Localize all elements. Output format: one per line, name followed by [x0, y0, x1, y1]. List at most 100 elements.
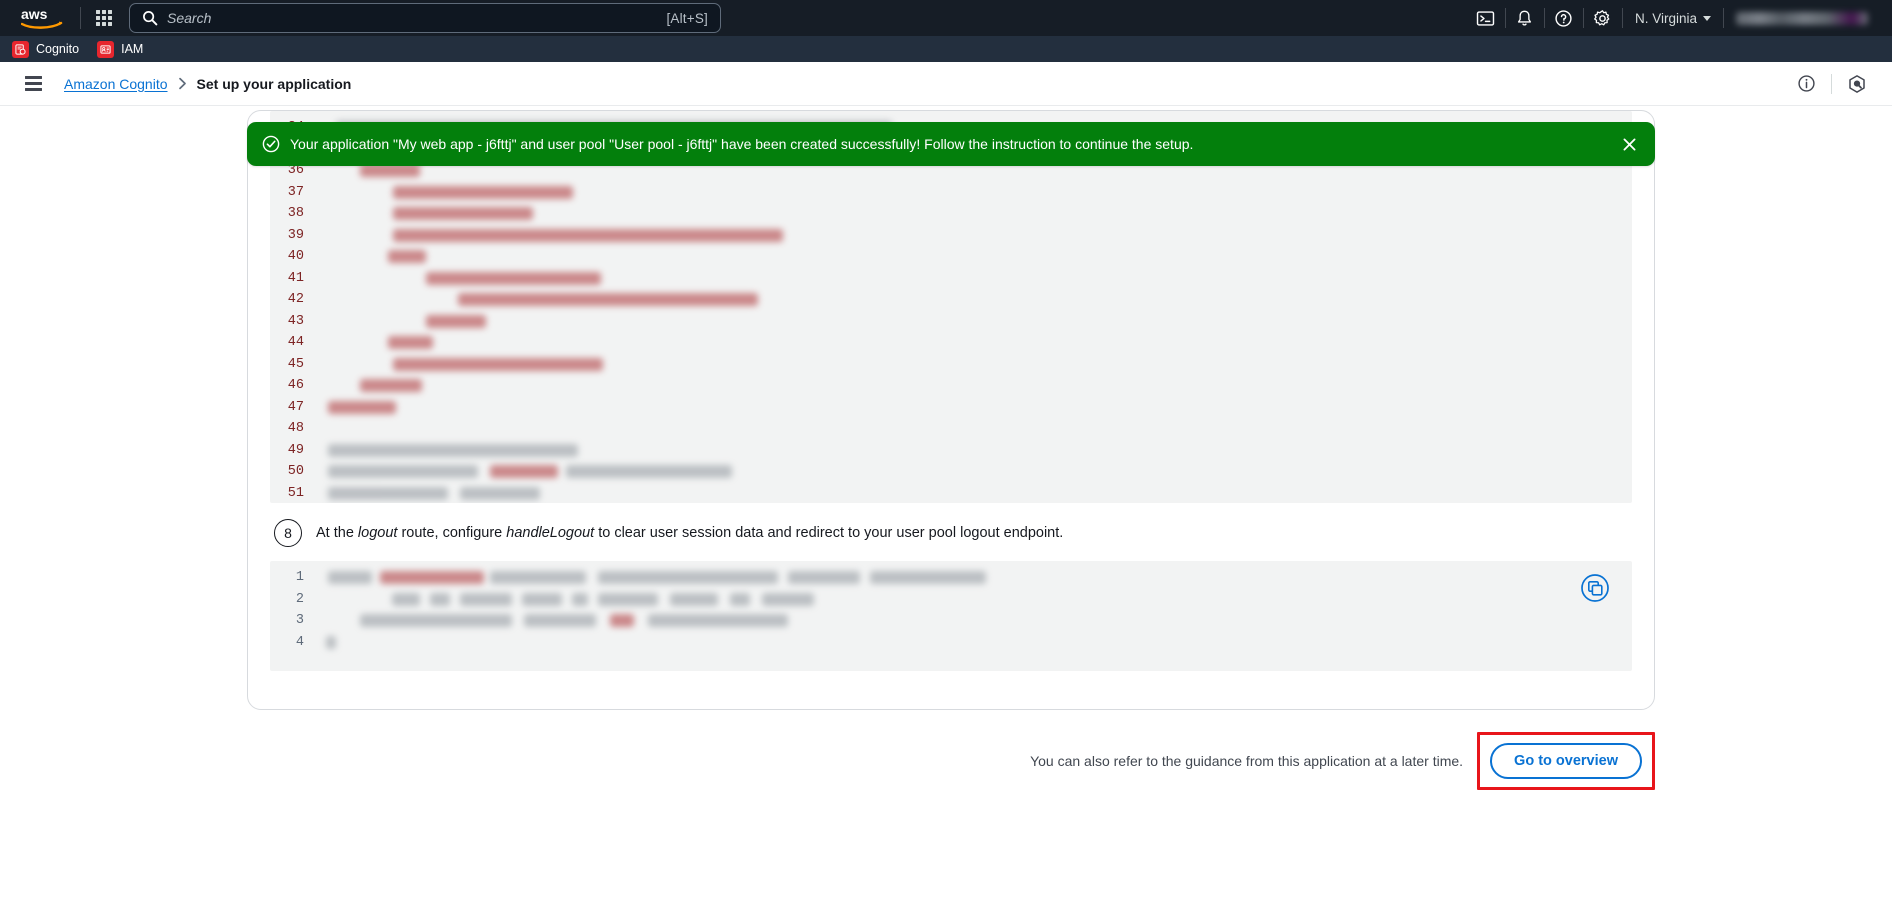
- obscured-code-text: [762, 592, 814, 606]
- service-favorites-bar: Cognito IAM: [0, 36, 1892, 62]
- code-block-authentication[interactable]: 34353637383940414243444546474849505152}: [270, 111, 1632, 503]
- obscured-code-text: [328, 571, 372, 584]
- cloudshell-icon[interactable]: [1467, 0, 1505, 36]
- favorite-label: Cognito: [36, 42, 80, 56]
- code-line-content: [318, 632, 1632, 654]
- step-8-row: 8 At the logout route, configure handleL…: [270, 503, 1632, 561]
- code-line: 48: [270, 418, 1632, 440]
- global-search-box[interactable]: [Alt+S]: [129, 3, 721, 33]
- obscured-code-text: [426, 314, 486, 328]
- obscured-code-text: [430, 592, 450, 606]
- account-menu[interactable]: [1724, 0, 1882, 36]
- applications-grid-icon[interactable]: [89, 3, 119, 33]
- code-lines: 1 2 3 4: [270, 567, 1632, 653]
- obscured-code-text: [393, 357, 603, 371]
- divider: [1831, 73, 1832, 94]
- obscured-code-text: [870, 571, 986, 584]
- page-content: 34353637383940414243444546474849505152} …: [0, 106, 1892, 901]
- code-line-number: 44: [287, 335, 304, 350]
- iam-service-icon: [97, 40, 115, 58]
- code-line: 41: [270, 268, 1632, 290]
- code-line-content: [318, 354, 1632, 376]
- code-line-number: 45: [287, 356, 304, 372]
- code-line-content: [318, 182, 1632, 204]
- flash-message: Your application "My web app - j6fttj" a…: [290, 135, 1194, 152]
- code-line: 3: [270, 610, 1632, 632]
- obscured-code-text: [460, 486, 540, 500]
- obscured-code-text: [392, 592, 420, 606]
- code-line-number: 37: [287, 184, 304, 200]
- favorite-item-cognito[interactable]: Cognito: [12, 40, 80, 58]
- settings-gear-icon[interactable]: [1584, 0, 1622, 36]
- close-icon[interactable]: [1615, 130, 1643, 158]
- code-line: 50: [270, 461, 1632, 483]
- favorite-label: IAM: [121, 42, 144, 56]
- go-to-overview-button[interactable]: Go to overview: [1490, 743, 1642, 779]
- code-line: 45: [270, 354, 1632, 376]
- notifications-bell-icon[interactable]: [1506, 0, 1544, 36]
- side-navigation-toggle-icon[interactable]: [18, 69, 48, 99]
- code-line-number: 43: [287, 313, 304, 329]
- code-line: 43: [270, 311, 1632, 333]
- obscured-code-text: [393, 228, 783, 242]
- breadcrumb-item-amazon-cognito[interactable]: Amazon Cognito: [64, 76, 168, 92]
- code-line-content: [318, 461, 1632, 483]
- code-line-number: 46: [287, 378, 304, 393]
- emphasis-term: logout: [357, 524, 398, 541]
- code-line-number: 1: [295, 570, 304, 585]
- emphasis-term: handleLogout: [506, 524, 595, 541]
- obscured-code-text: [328, 443, 578, 457]
- code-line-content: [318, 610, 1632, 632]
- code-line: 39: [270, 225, 1632, 247]
- copy-code-icon[interactable]: [1580, 573, 1610, 603]
- code-line-content: [318, 203, 1632, 225]
- region-selector[interactable]: N. Virginia: [1623, 0, 1723, 36]
- code-line-number: 51: [287, 485, 304, 501]
- obscured-code-text: [730, 592, 750, 606]
- code-line: 40: [270, 246, 1632, 268]
- code-line-content: [318, 311, 1632, 333]
- code-line: 2: [270, 589, 1632, 611]
- favorite-item-iam[interactable]: IAM: [97, 40, 144, 58]
- obscured-code-text: [566, 465, 732, 478]
- obscured-code-text: [670, 592, 718, 606]
- card-footer-actions: You can also refer to the guidance from …: [247, 732, 1655, 790]
- code-line-content: [318, 375, 1632, 397]
- info-circle-icon[interactable]: [1789, 67, 1823, 101]
- code-line-number: 39: [287, 227, 304, 243]
- code-line-content: [318, 567, 1632, 589]
- code-line-content: [318, 332, 1632, 354]
- code-line-number: 38: [287, 206, 304, 221]
- aws-logo[interactable]: aws: [20, 5, 66, 31]
- search-input[interactable]: [167, 10, 667, 26]
- obscured-code-text: [360, 614, 512, 627]
- code-line-number: 48: [287, 421, 304, 436]
- setup-instructions-card: 34353637383940414243444546474849505152} …: [247, 110, 1655, 710]
- code-line-number: 40: [287, 249, 304, 264]
- svg-text:aws: aws: [21, 6, 48, 22]
- chevron-down-icon: [1703, 15, 1711, 21]
- help-question-icon[interactable]: [1545, 0, 1583, 36]
- obscured-code-text: [426, 271, 601, 285]
- code-line-content: [318, 268, 1632, 290]
- obscured-code-text: [598, 592, 658, 606]
- obscured-code-text: [328, 465, 478, 478]
- breadcrumb-bar: Amazon Cognito Set up your application: [0, 62, 1892, 106]
- code-block-handle-logout[interactable]: 1 2 3 4: [270, 561, 1632, 671]
- obscured-code-text: [388, 336, 433, 349]
- code-line-content: [318, 589, 1632, 611]
- obscured-code-text: [380, 571, 484, 584]
- obscured-code-text: [326, 635, 336, 649]
- global-top-navigation: aws [Alt+S]: [0, 0, 1892, 36]
- code-line-content: [318, 483, 1632, 504]
- step-8-instruction: At the logout route, configure handleLog…: [316, 524, 1064, 541]
- search-shortcut-hint: [Alt+S]: [666, 10, 708, 26]
- aws-q-assistant-icon[interactable]: [1840, 67, 1874, 101]
- breadcrumb-current-page: Set up your application: [196, 75, 352, 92]
- code-line: 42: [270, 289, 1632, 311]
- code-line-content: [318, 418, 1632, 440]
- code-line: 44: [270, 332, 1632, 354]
- obscured-code-text: [648, 614, 788, 627]
- code-line: 1: [270, 567, 1632, 589]
- code-line-number: 42: [287, 292, 304, 307]
